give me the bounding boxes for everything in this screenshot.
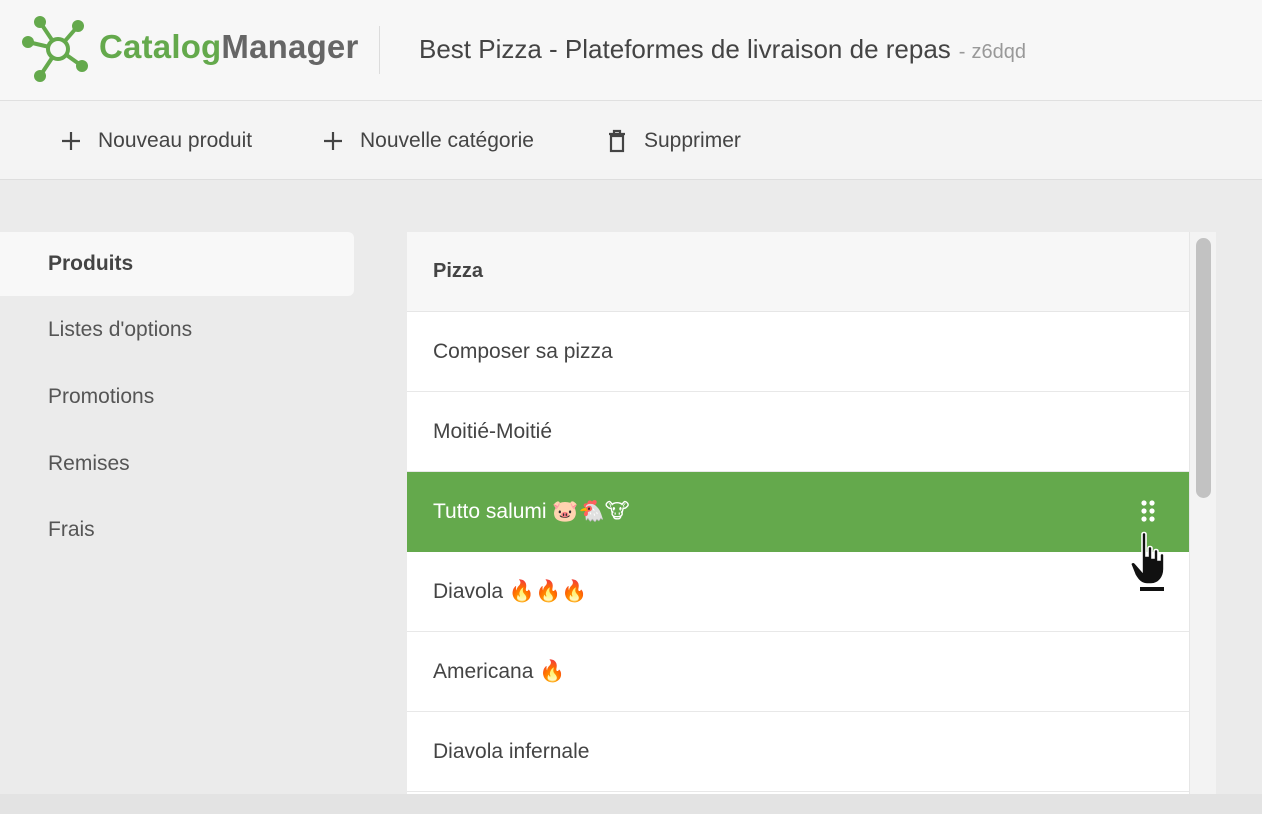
new-product-label: Nouveau produit	[98, 129, 253, 152]
sidebar-item-label: Remises	[48, 452, 130, 475]
bottom-strip	[0, 794, 1262, 814]
product-row-selected[interactable]: Tutto salumi 🐷🐔🐮	[407, 472, 1189, 552]
product-row[interactable]: Diavola infernale	[407, 712, 1189, 792]
page-title-text: Best Pizza - Plateformes de livraison de…	[419, 34, 951, 64]
toolbar: Nouveau produit Nouvelle catégorie Suppr…	[0, 101, 1262, 180]
delete-label: Supprimer	[644, 129, 741, 152]
product-name: Americana 🔥	[433, 659, 566, 683]
new-category-label: Nouvelle catégorie	[360, 129, 534, 152]
product-name: Composer sa pizza	[433, 339, 613, 363]
catalog-code: z6dqd	[971, 41, 1026, 63]
new-product-button[interactable]: Nouveau produit	[60, 126, 252, 156]
product-row[interactable]: Moitié-Moitié	[407, 392, 1189, 472]
category-header[interactable]: Pizza	[407, 232, 1189, 312]
product-row[interactable]: Americana 🔥	[407, 632, 1189, 712]
product-name: Tutto salumi 🐷🐔🐮	[433, 500, 630, 523]
sidebar-item-frais[interactable]: Frais	[0, 498, 354, 562]
brand-name-part2: Manager	[221, 28, 359, 65]
sidebar-item-label: Promotions	[48, 385, 155, 408]
sidebar-item-remises[interactable]: Remises	[0, 432, 354, 496]
hand-cursor-icon	[1130, 531, 1165, 591]
sidebar-item-label: Frais	[48, 518, 95, 541]
catalog-manager-logo-icon	[22, 16, 88, 82]
sidebar-item-label: Listes d'options	[48, 318, 193, 341]
delete-button[interactable]: Supprimer	[606, 126, 741, 156]
product-name: Moitié-Moitié	[433, 419, 553, 443]
sidebar-item-produits[interactable]: Produits	[0, 232, 354, 296]
product-row[interactable]: Diavola 🔥🔥🔥	[407, 552, 1189, 632]
sidebar-item-listes-options[interactable]: Listes d'options	[0, 298, 354, 362]
list-scrollbar-thumb[interactable]	[1196, 238, 1211, 498]
plus-icon	[62, 132, 80, 150]
sidebar-item-promotions[interactable]: Promotions	[0, 365, 354, 429]
product-row[interactable]: Composer sa pizza	[407, 312, 1189, 392]
header-divider	[379, 26, 380, 74]
title-separator: -	[958, 41, 966, 63]
new-category-button[interactable]: Nouvelle catégorie	[322, 126, 534, 156]
product-name: Diavola 🔥🔥🔥	[433, 579, 588, 603]
page-title: Best Pizza - Plateformes de livraison de…	[419, 34, 1026, 65]
sidebar-item-label: Produits	[48, 252, 134, 275]
app-header: CatalogManager Best Pizza - Plateformes …	[0, 0, 1262, 101]
brand-name: CatalogManager	[99, 28, 359, 66]
plus-icon	[324, 132, 342, 150]
product-name: Diavola infernale	[433, 739, 590, 763]
drag-handle-icon[interactable]	[1141, 500, 1155, 522]
brand-name-part1: Catalog	[99, 28, 222, 65]
trash-icon	[609, 129, 625, 153]
product-list-panel: Pizza Composer sa pizza Moitié-Moitié Tu…	[407, 232, 1189, 794]
category-name: Pizza	[433, 260, 484, 282]
